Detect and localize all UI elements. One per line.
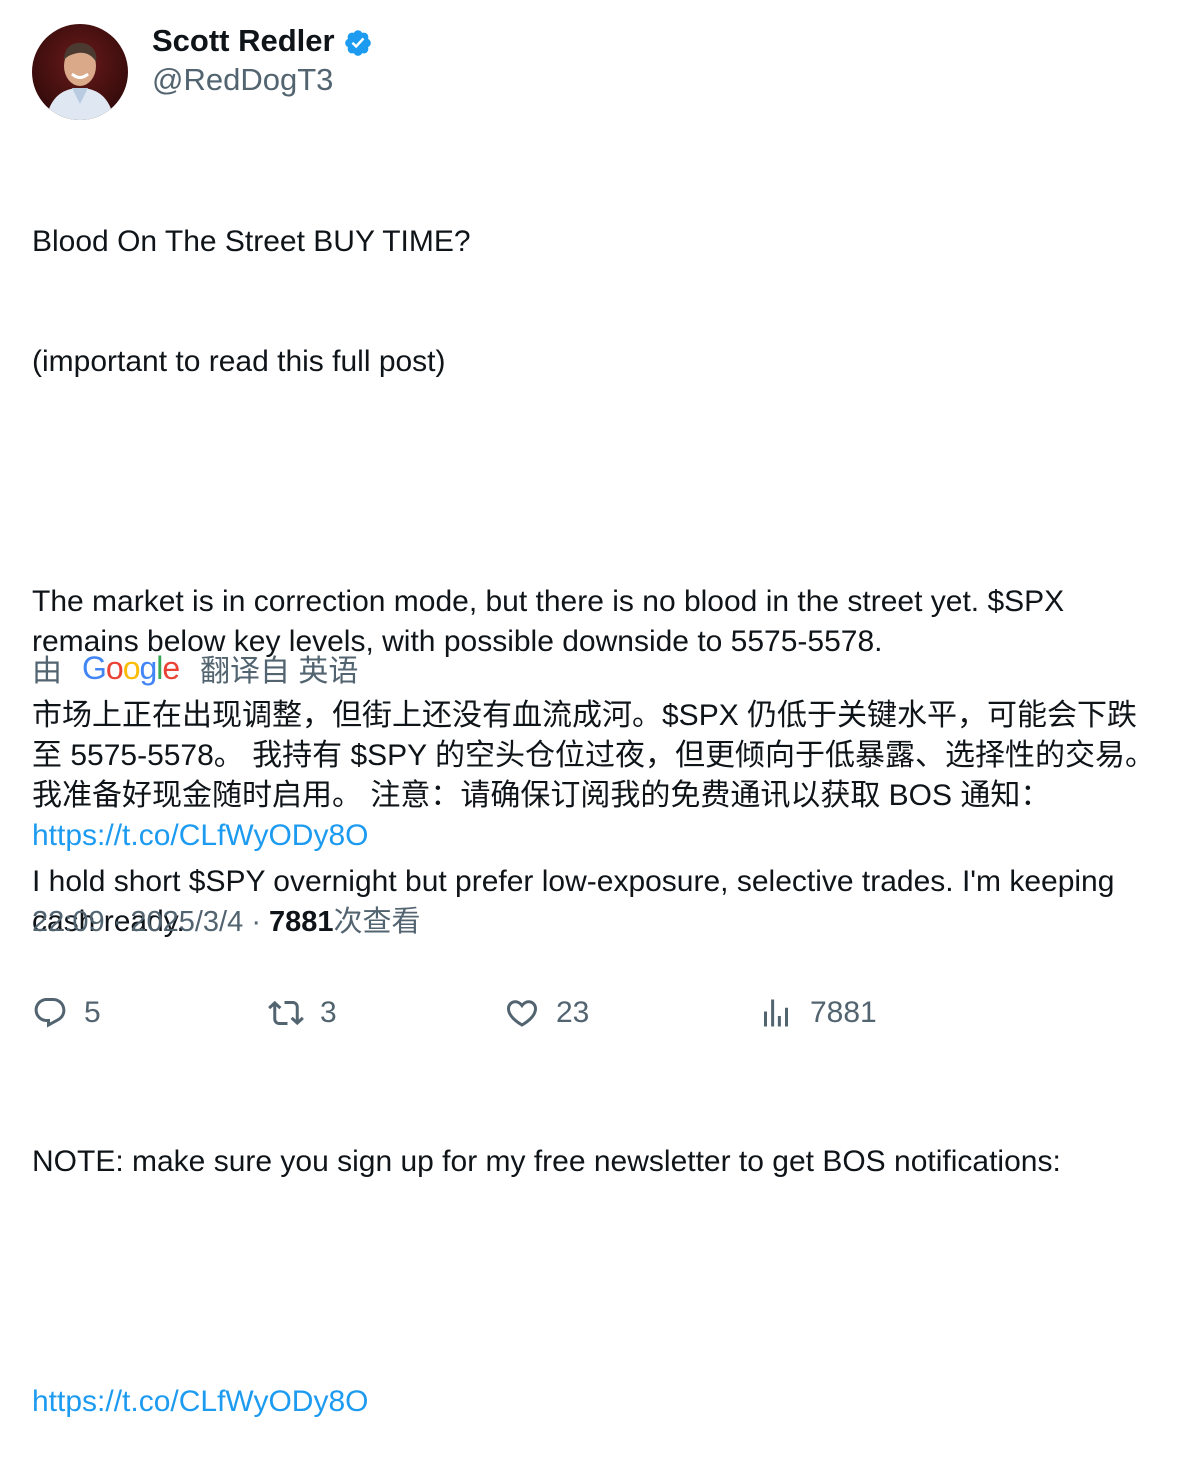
translated-link[interactable]: https://t.co/CLfWyODy8O (32, 819, 369, 852)
translated-body: 市场上正在出现调整，但街上还没有血流成河。$SPX 仍低于关键水平，可能会下跌至… (32, 699, 1155, 812)
views-button[interactable]: 7881 (758, 990, 877, 1036)
google-logo-icon: Google (82, 650, 180, 686)
views-action-count: 7881 (810, 996, 877, 1029)
author-name-row[interactable]: Scott Redler (152, 22, 373, 60)
svg-text:Google: Google (82, 650, 179, 686)
views-count: 7881 (269, 906, 334, 938)
retweet-icon (268, 1000, 304, 1026)
reply-icon (34, 998, 66, 1028)
tweet-line: Blood On The Street BUY TIME? (32, 225, 471, 258)
reply-count: 5 (84, 996, 101, 1029)
meta-separator: · (112, 906, 131, 938)
views-label: 次查看 (333, 906, 421, 938)
translation-by-label: 由 (32, 655, 62, 688)
tweet-line: (important to read this full post) (32, 345, 446, 378)
author-display-name[interactable]: Scott Redler (152, 23, 335, 59)
meta-separator: · (251, 906, 270, 938)
heart-icon (506, 1000, 538, 1027)
retweet-button[interactable]: 3 (268, 990, 337, 1036)
like-count: 23 (556, 996, 590, 1029)
author-handle[interactable]: @RedDogT3 (152, 62, 333, 98)
translation-from-label: 翻译自 英语 (200, 655, 359, 688)
analytics-icon (764, 999, 788, 1027)
translated-text: 市场上正在出现调整，但街上还没有血流成河。$SPX 仍低于关键水平，可能会下跌至… (32, 696, 1162, 856)
tweet-time[interactable]: 22:09 (32, 906, 105, 938)
tweet-line (32, 462, 1172, 502)
tweet-line (32, 1262, 1172, 1302)
verified-badge-icon (344, 29, 371, 56)
tweet-date[interactable]: 2025/3/4 (130, 906, 243, 938)
tweet-meta: 22:09 · 2025/3/4 · 7881次查看 (32, 902, 421, 942)
like-button[interactable]: 23 (504, 990, 589, 1036)
action-bar: 5 3 23 7881 (32, 990, 1172, 1036)
tweet-link[interactable]: https://t.co/CLfWyODy8O (32, 1382, 1172, 1422)
reply-button[interactable]: 5 (32, 990, 101, 1036)
tweet-line: NOTE: make sure you sign up for my free … (32, 1145, 1061, 1178)
translation-attribution: 由 Google 翻译自 英语 (32, 646, 358, 690)
retweet-count: 3 (320, 996, 337, 1029)
avatar[interactable] (32, 24, 128, 120)
